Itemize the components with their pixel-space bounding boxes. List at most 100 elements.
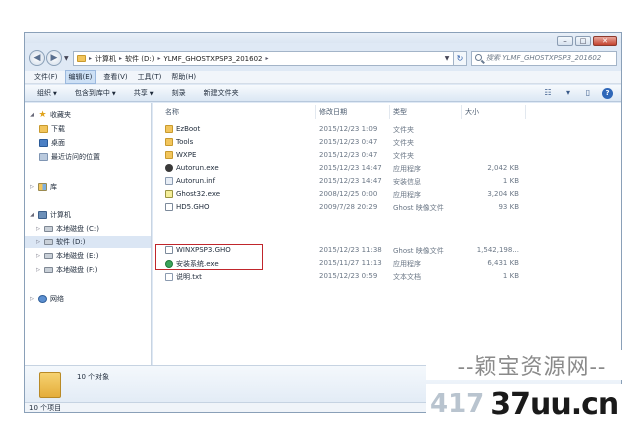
chevron-down-icon: ▼ <box>149 91 154 97</box>
add-to-library-button[interactable]: 包含到库中 ▼ <box>75 88 116 98</box>
menu-file[interactable]: 文件(F) <box>31 71 61 83</box>
nav-drive-f[interactable]: ▷ 本地磁盘 (F:) <box>35 264 97 276</box>
nav-favorites[interactable]: ◢ ★ 收藏夹 <box>29 109 71 121</box>
column-header-date[interactable]: 修改日期 <box>319 107 347 117</box>
expander-icon[interactable]: ▷ <box>35 226 41 232</box>
view-controls: ☷ ▾ ▯ ? <box>542 87 613 99</box>
file-row[interactable]: Ghost32.exe 2008/12/25 0:00 应用程序 3,204 K… <box>153 188 621 200</box>
window-controls: – □ ✕ <box>557 36 617 46</box>
file-name: Autorun.inf <box>176 177 216 185</box>
file-name: WXPE <box>176 151 197 159</box>
breadcrumb-folder[interactable]: YLMF_GHOSTXPSP3_201602 <box>163 55 262 63</box>
nav-libraries[interactable]: ▷ 库 <box>29 181 57 193</box>
file-row[interactable]: Autorun.inf 2015/12/23 14:47 安装信息 1 KB <box>153 175 621 187</box>
menu-edit[interactable]: 编辑(E) <box>64 70 97 84</box>
desktop-icon <box>39 139 48 147</box>
nav-computer[interactable]: ◢ 计算机 <box>29 209 71 221</box>
nav-downloads[interactable]: 下载 <box>39 123 65 135</box>
column-divider[interactable] <box>461 105 462 119</box>
command-bar: 组织 ▼ 包含到库中 ▼ 共享 ▼ 刻录 新建文件夹 ☷ ▾ ▯ ? <box>25 85 621 102</box>
file-date: 2015/12/23 0:47 <box>319 151 378 159</box>
column-divider[interactable] <box>315 105 316 119</box>
file-name: EzBoot <box>176 125 201 133</box>
back-button[interactable]: ◀ <box>29 50 45 66</box>
file-type: 应用程序 <box>393 165 421 173</box>
search-input[interactable]: 搜索 YLMF_GHOSTXPSP3_201602 <box>471 51 617 66</box>
address-dropdown[interactable]: ▼ <box>441 51 453 66</box>
column-divider[interactable] <box>389 105 390 119</box>
menu-tools[interactable]: 工具(T) <box>135 71 165 83</box>
drive-icon <box>44 267 53 273</box>
burn-button[interactable]: 刻录 <box>172 88 186 98</box>
file-name: Autorun.exe <box>176 164 219 172</box>
new-folder-button[interactable]: 新建文件夹 <box>204 88 239 98</box>
recent-places-icon <box>39 153 48 161</box>
expander-icon[interactable]: ▷ <box>35 253 41 259</box>
nav-network[interactable]: ▷ 网络 <box>29 293 64 305</box>
nav-recent[interactable]: 最近访问的位置 <box>39 151 100 163</box>
expander-icon[interactable]: ▷ <box>29 296 35 302</box>
menu-help[interactable]: 帮助(H) <box>168 71 199 83</box>
nav-drive-e[interactable]: ▷ 本地磁盘 (E:) <box>35 250 98 262</box>
file-type: 应用程序 <box>393 191 421 199</box>
folder-icon <box>165 151 173 159</box>
expander-icon[interactable]: ◢ <box>29 112 35 118</box>
nav-drive-c[interactable]: ▷ 本地磁盘 (C:) <box>35 223 99 235</box>
file-type: Ghost 映像文件 <box>393 247 444 255</box>
chevron-right-icon: ▸ <box>157 55 161 62</box>
file-size: 1 KB <box>502 272 519 280</box>
column-header-name[interactable]: 名称 <box>165 107 179 117</box>
maximize-button[interactable]: □ <box>575 36 591 46</box>
file-size: 1 KB <box>502 177 519 185</box>
file-row[interactable]: 说明.txt 2015/12/23 0:59 文本文档 1 KB <box>153 270 621 282</box>
minimize-button[interactable]: – <box>557 36 573 46</box>
chevron-right-icon: ▸ <box>89 55 93 62</box>
share-button[interactable]: 共享 ▼ <box>134 88 154 98</box>
highlight-box <box>155 244 263 270</box>
details-count: 10 个对象 <box>77 373 110 381</box>
file-type: 安装信息 <box>393 178 421 186</box>
file-type: 文件夹 <box>393 152 414 160</box>
file-size: 2,042 KB <box>487 164 519 172</box>
file-date: 2015/12/23 14:47 <box>319 177 382 185</box>
view-options-icon[interactable]: ☷ <box>542 87 554 99</box>
column-header-type[interactable]: 类型 <box>393 107 407 117</box>
breadcrumb-drive[interactable]: 软件 (D:) <box>125 54 154 64</box>
address-bar[interactable]: ▸ 计算机 ▸ 软件 (D:) ▸ YLMF_GHOSTXPSP3_201602… <box>73 51 463 66</box>
add-to-library-label: 包含到库中 <box>74 89 110 97</box>
preview-pane-icon[interactable]: ▯ <box>582 87 594 99</box>
refresh-button[interactable]: ↻ <box>453 51 467 66</box>
forward-button[interactable]: ▶ <box>46 50 62 66</box>
search-placeholder: 搜索 YLMF_GHOSTXPSP3_201602 <box>486 54 602 62</box>
nav-desktop[interactable]: 桌面 <box>39 137 65 149</box>
folder-icon <box>77 55 86 62</box>
chevron-down-icon: ▼ <box>111 91 116 97</box>
file-row[interactable]: Autorun.exe 2015/12/23 14:47 应用程序 2,042 … <box>153 162 621 174</box>
organize-button[interactable]: 组织 ▼ <box>37 88 57 98</box>
expander-icon[interactable]: ◢ <box>29 212 35 218</box>
file-row[interactable]: WXPE 2015/12/23 0:47 文件夹 <box>153 149 621 161</box>
nav-label: 最近访问的位置 <box>51 153 100 161</box>
chevron-down-icon: ▼ <box>53 91 57 97</box>
nav-label: 本地磁盘 (E:) <box>56 252 99 260</box>
breadcrumb-computer[interactable]: 计算机 <box>95 54 116 64</box>
close-button[interactable]: ✕ <box>593 36 617 46</box>
menu-view[interactable]: 查看(V) <box>100 71 130 83</box>
help-icon[interactable]: ? <box>602 87 613 99</box>
watermark-title: --颖宝资源网-- <box>426 350 638 380</box>
nav-drive-d[interactable]: ▷ 软件 (D:) <box>25 236 151 248</box>
file-type: Ghost 映像文件 <box>393 204 444 212</box>
star-icon: ★ <box>38 109 47 120</box>
recent-pages-dropdown[interactable]: ▼ <box>64 55 69 62</box>
watermark-site: 417 37uu.cn <box>426 384 638 424</box>
expander-icon[interactable]: ▷ <box>35 267 41 273</box>
file-row[interactable]: EzBoot 2015/12/23 1:09 文件夹 <box>153 123 621 135</box>
chevron-down-icon[interactable]: ▾ <box>562 87 574 99</box>
expander-icon[interactable]: ▷ <box>35 239 41 245</box>
column-header-size[interactable]: 大小 <box>465 107 479 117</box>
column-divider[interactable] <box>525 105 526 119</box>
expander-icon[interactable]: ▷ <box>29 184 35 190</box>
file-row[interactable]: HD5.GHO 2009/7/28 20:29 Ghost 映像文件 93 KB <box>153 201 621 213</box>
file-row[interactable]: Tools 2015/12/23 0:47 文件夹 <box>153 136 621 148</box>
watermark-domain: 37uu.cn <box>490 386 619 422</box>
